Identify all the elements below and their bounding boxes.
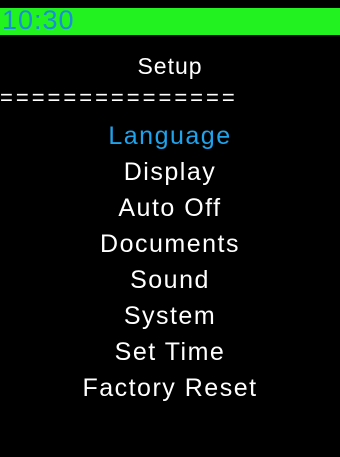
menu-item-language[interactable]: Language <box>0 118 340 154</box>
menu-item-documents[interactable]: Documents <box>0 226 340 262</box>
menu-item-set-time[interactable]: Set Time <box>0 334 340 370</box>
clock-time: 10:30 <box>2 5 75 35</box>
menu-item-sound[interactable]: Sound <box>0 262 340 298</box>
menu-item-display[interactable]: Display <box>0 154 340 190</box>
setup-menu: Language Display Auto Off Documents Soun… <box>0 118 340 406</box>
menu-item-auto-off[interactable]: Auto Off <box>0 190 340 226</box>
page-title: Setup <box>137 53 203 79</box>
title-divider: =============== <box>0 85 238 110</box>
device-screen: 10:30 Setup =============== Language Dis… <box>0 0 340 457</box>
menu-item-system[interactable]: System <box>0 298 340 334</box>
menu-item-factory-reset[interactable]: Factory Reset <box>0 370 340 406</box>
status-bar: 10:30 <box>0 5 340 35</box>
